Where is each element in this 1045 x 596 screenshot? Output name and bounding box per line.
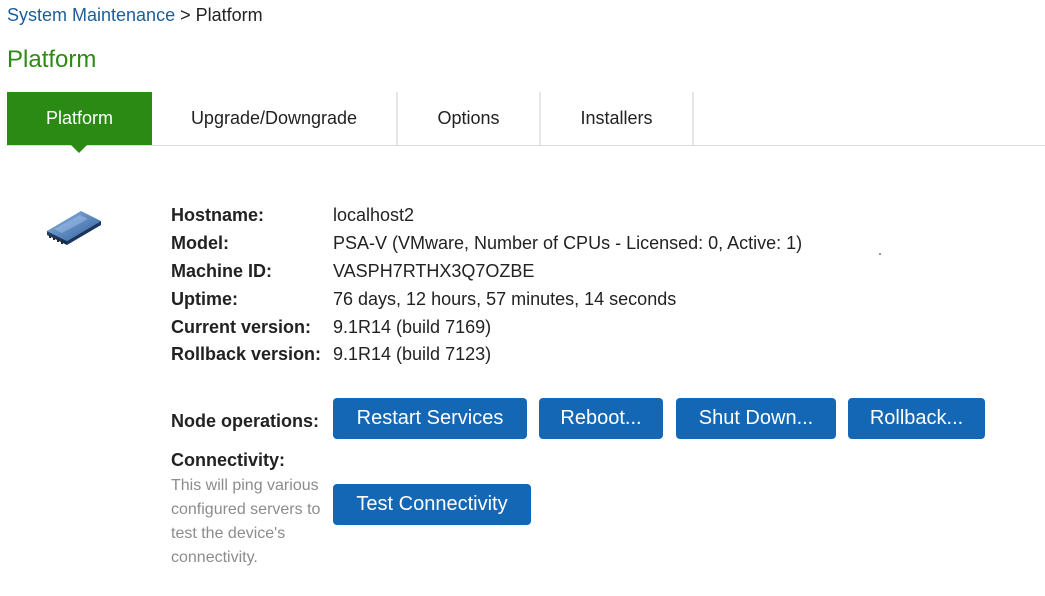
- connectivity-label: Connectivity:: [171, 450, 286, 470]
- rollback-version-value: 9.1R14 (build 7123): [333, 344, 492, 364]
- platform-page: System Maintenance > Platform Platform P…: [0, 0, 1045, 596]
- shut-down-button[interactable]: Shut Down...: [676, 398, 836, 439]
- current-version-label: Current version:: [171, 317, 312, 337]
- tab-options[interactable]: Options: [398, 92, 541, 145]
- model-label: Model:: [171, 233, 229, 253]
- page-title: Platform: [7, 46, 97, 73]
- hostname-label: Hostname:: [171, 205, 265, 225]
- stray-dot: [879, 253, 881, 255]
- uptime-label: Uptime:: [171, 289, 238, 309]
- breadcrumb-link-system-maintenance[interactable]: System Maintenance: [7, 5, 175, 25]
- hard-drive-icon: [44, 207, 104, 247]
- current-version-value: 9.1R14 (build 7169): [333, 317, 492, 337]
- rollback-button[interactable]: Rollback...: [848, 398, 985, 439]
- test-connectivity-button[interactable]: Test Connectivity: [333, 484, 531, 525]
- machine-id-label: Machine ID:: [171, 261, 273, 281]
- machine-id-value: VASPH7RTHX3Q7OZBE: [333, 261, 535, 281]
- breadcrumb: System Maintenance > Platform: [7, 5, 263, 25]
- tab-installers[interactable]: Installers: [541, 92, 694, 145]
- model-value: PSA-V (VMware, Number of CPUs - Licensed…: [333, 233, 803, 253]
- breadcrumb-current: Platform: [195, 5, 263, 25]
- hostname-value: localhost2: [333, 205, 415, 225]
- restart-services-button[interactable]: Restart Services: [333, 398, 527, 439]
- reboot-button[interactable]: Reboot...: [539, 398, 663, 439]
- tab-bar: Platform Upgrade/Downgrade Options Insta…: [7, 92, 1045, 153]
- tab-upgrade-downgrade[interactable]: Upgrade/Downgrade: [152, 92, 398, 145]
- connectivity-help-text: This will ping various configured server…: [171, 477, 321, 566]
- breadcrumb-separator: >: [180, 5, 191, 25]
- rollback-version-label: Rollback version:: [171, 344, 322, 364]
- tab-platform[interactable]: Platform: [7, 92, 152, 145]
- node-operations-label: Node operations:: [171, 411, 320, 431]
- uptime-value: 76 days, 12 hours, 57 minutes, 14 second…: [333, 289, 677, 309]
- active-tab-indicator: [71, 145, 87, 153]
